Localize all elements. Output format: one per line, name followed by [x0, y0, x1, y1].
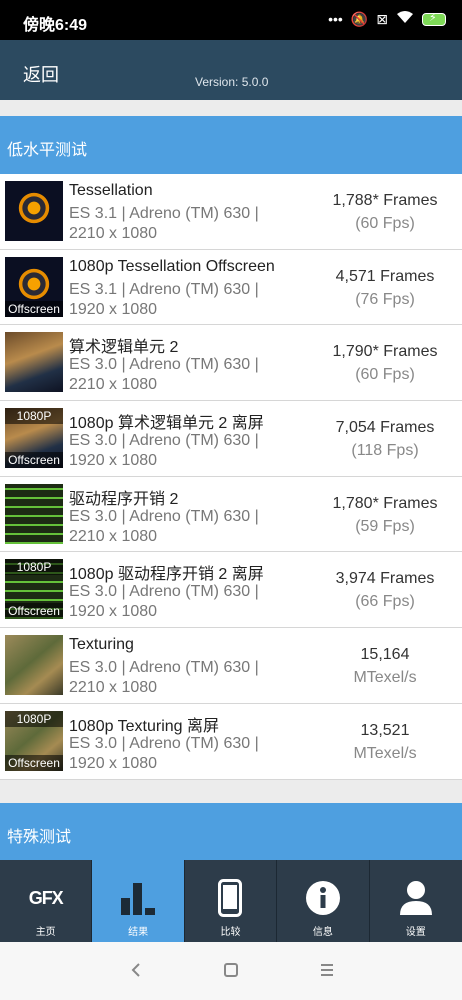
- test-name: 1080p 算术逻辑单元 2 离屏: [69, 415, 264, 433]
- section-header-low-level: 低水平测试: [0, 116, 462, 174]
- back-button[interactable]: 返回: [23, 61, 59, 87]
- nav-settings[interactable]: 设置: [370, 860, 462, 942]
- test-score-detail: (66 Fps): [355, 593, 415, 611]
- status-bar: 傍晚6:49 ••• 🔕 ⊠: [0, 0, 462, 40]
- test-score: 4,571 Frames: [335, 267, 435, 285]
- test-description: ES 3.0 | Adreno (TM) 630 | 1920 x 1080: [69, 432, 259, 470]
- test-score: 1,788* Frames: [332, 192, 438, 209]
- test-description: ES 3.1 | Adreno (TM) 630 | 2210 x 1080: [69, 205, 259, 242]
- test-score-detail: (60 Fps): [355, 366, 415, 384]
- test-result-row[interactable]: Offscreen 1080p Tessellation Offscreen ES …: [0, 250, 462, 326]
- battery-icon: [422, 11, 446, 26]
- test-description: ES 3.0 | Adreno (TM) 630 | 2210 x 1080: [69, 507, 259, 545]
- bottom-navigation: GFX 主页 结果 比较 信息 设置: [0, 860, 462, 942]
- resolution-badge: 1080P: [5, 710, 63, 727]
- test-score: 1,790* Frames: [332, 343, 438, 361]
- test-result-row[interactable]: 1080P Offscreen 1080p 算术逻辑单元 2 离屏 ES 3.0 | …: [0, 401, 462, 477]
- version-label: Version: 5.0.0: [195, 75, 269, 89]
- nav-info[interactable]: 信息: [277, 860, 370, 942]
- test-result-row[interactable]: 驱动程序开销 2 ES 3.0 | Adreno (TM) 630 | 2210 …: [0, 477, 462, 553]
- test-score: 3,974 Frames: [335, 570, 435, 588]
- test-name: 驱动程序开销 2: [69, 490, 179, 508]
- system-nav-bar: [0, 942, 462, 1000]
- texturing-thumbnail-icon: [5, 635, 63, 696]
- nav-home[interactable]: GFX 主页: [0, 860, 93, 942]
- offscreen-badge: Offscreen: [5, 300, 63, 317]
- section-title: 特殊测试: [7, 829, 72, 846]
- test-description: ES 3.0 | Adreno (TM) 630 | 2210 x 1080: [69, 659, 259, 697]
- section-title: 低水平测试: [7, 142, 88, 159]
- tessellation-thumbnail-icon: Offscreen: [5, 256, 63, 317]
- test-name: Tessellation: [69, 182, 153, 199]
- silent-icon: 🔕: [350, 11, 369, 27]
- test-results-list: Tessellation ES 3.1 | Adreno (TM) 630 | 2…: [0, 174, 462, 780]
- test-name: Texturing: [69, 636, 134, 654]
- status-time: 傍晚6:49: [23, 17, 88, 34]
- nav-label: 比较: [220, 927, 241, 938]
- home-square-icon[interactable]: [223, 962, 239, 983]
- nav-label: 信息: [312, 927, 333, 938]
- app-bar: 返回 Version: 5.0.0: [0, 40, 462, 100]
- nav-compare[interactable]: 比较: [185, 860, 278, 942]
- nav-results[interactable]: 结果: [92, 860, 185, 942]
- test-name: 1080p 驱动程序开销 2 离屏: [69, 566, 264, 584]
- nav-label: 主页: [35, 927, 56, 938]
- sim-icon: ⊠: [376, 11, 388, 27]
- offscreen-badge: Offscreen: [5, 603, 63, 620]
- back-chevron-icon[interactable]: [130, 962, 142, 983]
- test-result-row[interactable]: Tessellation ES 3.1 | Adreno (TM) 630 | 2…: [0, 174, 462, 250]
- offscreen-badge: Offscreen: [5, 754, 63, 771]
- test-result-row[interactable]: Texturing ES 3.0 | Adreno (TM) 630 | 2210…: [0, 628, 462, 704]
- test-score: 13,521: [360, 721, 410, 739]
- test-name: 算术逻辑单元 2: [69, 339, 179, 357]
- bar-chart-icon: [92, 878, 183, 918]
- test-score: 7,054 Frames: [335, 419, 435, 437]
- resolution-badge: 1080P: [5, 408, 63, 425]
- driver-thumbnail-icon: [5, 483, 63, 544]
- test-score-detail: MTexel/s: [353, 744, 417, 762]
- test-score: 1,780* Frames: [332, 494, 438, 512]
- alu-thumbnail-icon: [5, 332, 63, 393]
- test-score-detail: (118 Fps): [351, 442, 419, 460]
- test-name: 1080p Texturing 离屏: [69, 717, 220, 735]
- test-score: 15,164: [360, 646, 410, 664]
- texturing-thumbnail-icon: 1080P Offscreen: [5, 710, 63, 771]
- recents-menu-icon[interactable]: [319, 962, 335, 983]
- section-header-special: 特殊测试: [0, 803, 462, 861]
- user-icon: [370, 878, 462, 918]
- status-icons: ••• 🔕 ⊠: [328, 10, 446, 28]
- tessellation-thumbnail-icon: [5, 181, 63, 241]
- test-description: ES 3.0 | Adreno (TM) 630 | 1920 x 1080: [69, 583, 259, 621]
- nav-label: 设置: [405, 927, 426, 938]
- test-score-detail: (59 Fps): [355, 517, 415, 535]
- phone-icon: [185, 878, 276, 918]
- resolution-badge: 1080P: [5, 559, 63, 576]
- driver-thumbnail-icon: 1080P Offscreen: [5, 559, 63, 620]
- test-result-row[interactable]: 1080P Offscreen 1080p Texturing 离屏 ES 3.0 |…: [0, 704, 462, 780]
- gfx-logo-icon: GFX: [0, 878, 91, 918]
- more-notifications-icon: •••: [328, 11, 343, 27]
- nav-label: 结果: [128, 927, 149, 938]
- wifi-icon: [396, 10, 414, 28]
- offscreen-badge: Offscreen: [5, 452, 63, 469]
- test-result-row[interactable]: 算术逻辑单元 2 ES 3.0 | Adreno (TM) 630 | 2210 …: [0, 325, 462, 402]
- test-name: 1080p Tessellation Offscreen: [69, 257, 275, 275]
- test-score-detail: (76 Fps): [355, 290, 415, 308]
- test-description: ES 3.0 | Adreno (TM) 630 | 2210 x 1080: [69, 356, 259, 394]
- test-score-detail: MTexel/s: [353, 669, 417, 687]
- alu-thumbnail-icon: 1080P Offscreen: [5, 408, 63, 469]
- test-result-row[interactable]: 1080P Offscreen 1080p 驱动程序开销 2 离屏 ES 3.0 | …: [0, 552, 462, 629]
- gfx-logo-text: GFX: [28, 887, 64, 908]
- info-icon: [277, 878, 368, 918]
- test-description: ES 3.1 | Adreno (TM) 630 | 1920 x 1080: [69, 280, 259, 318]
- test-description: ES 3.0 | Adreno (TM) 630 | 1920 x 1080: [69, 734, 259, 772]
- test-score-detail: (60 Fps): [355, 215, 415, 232]
